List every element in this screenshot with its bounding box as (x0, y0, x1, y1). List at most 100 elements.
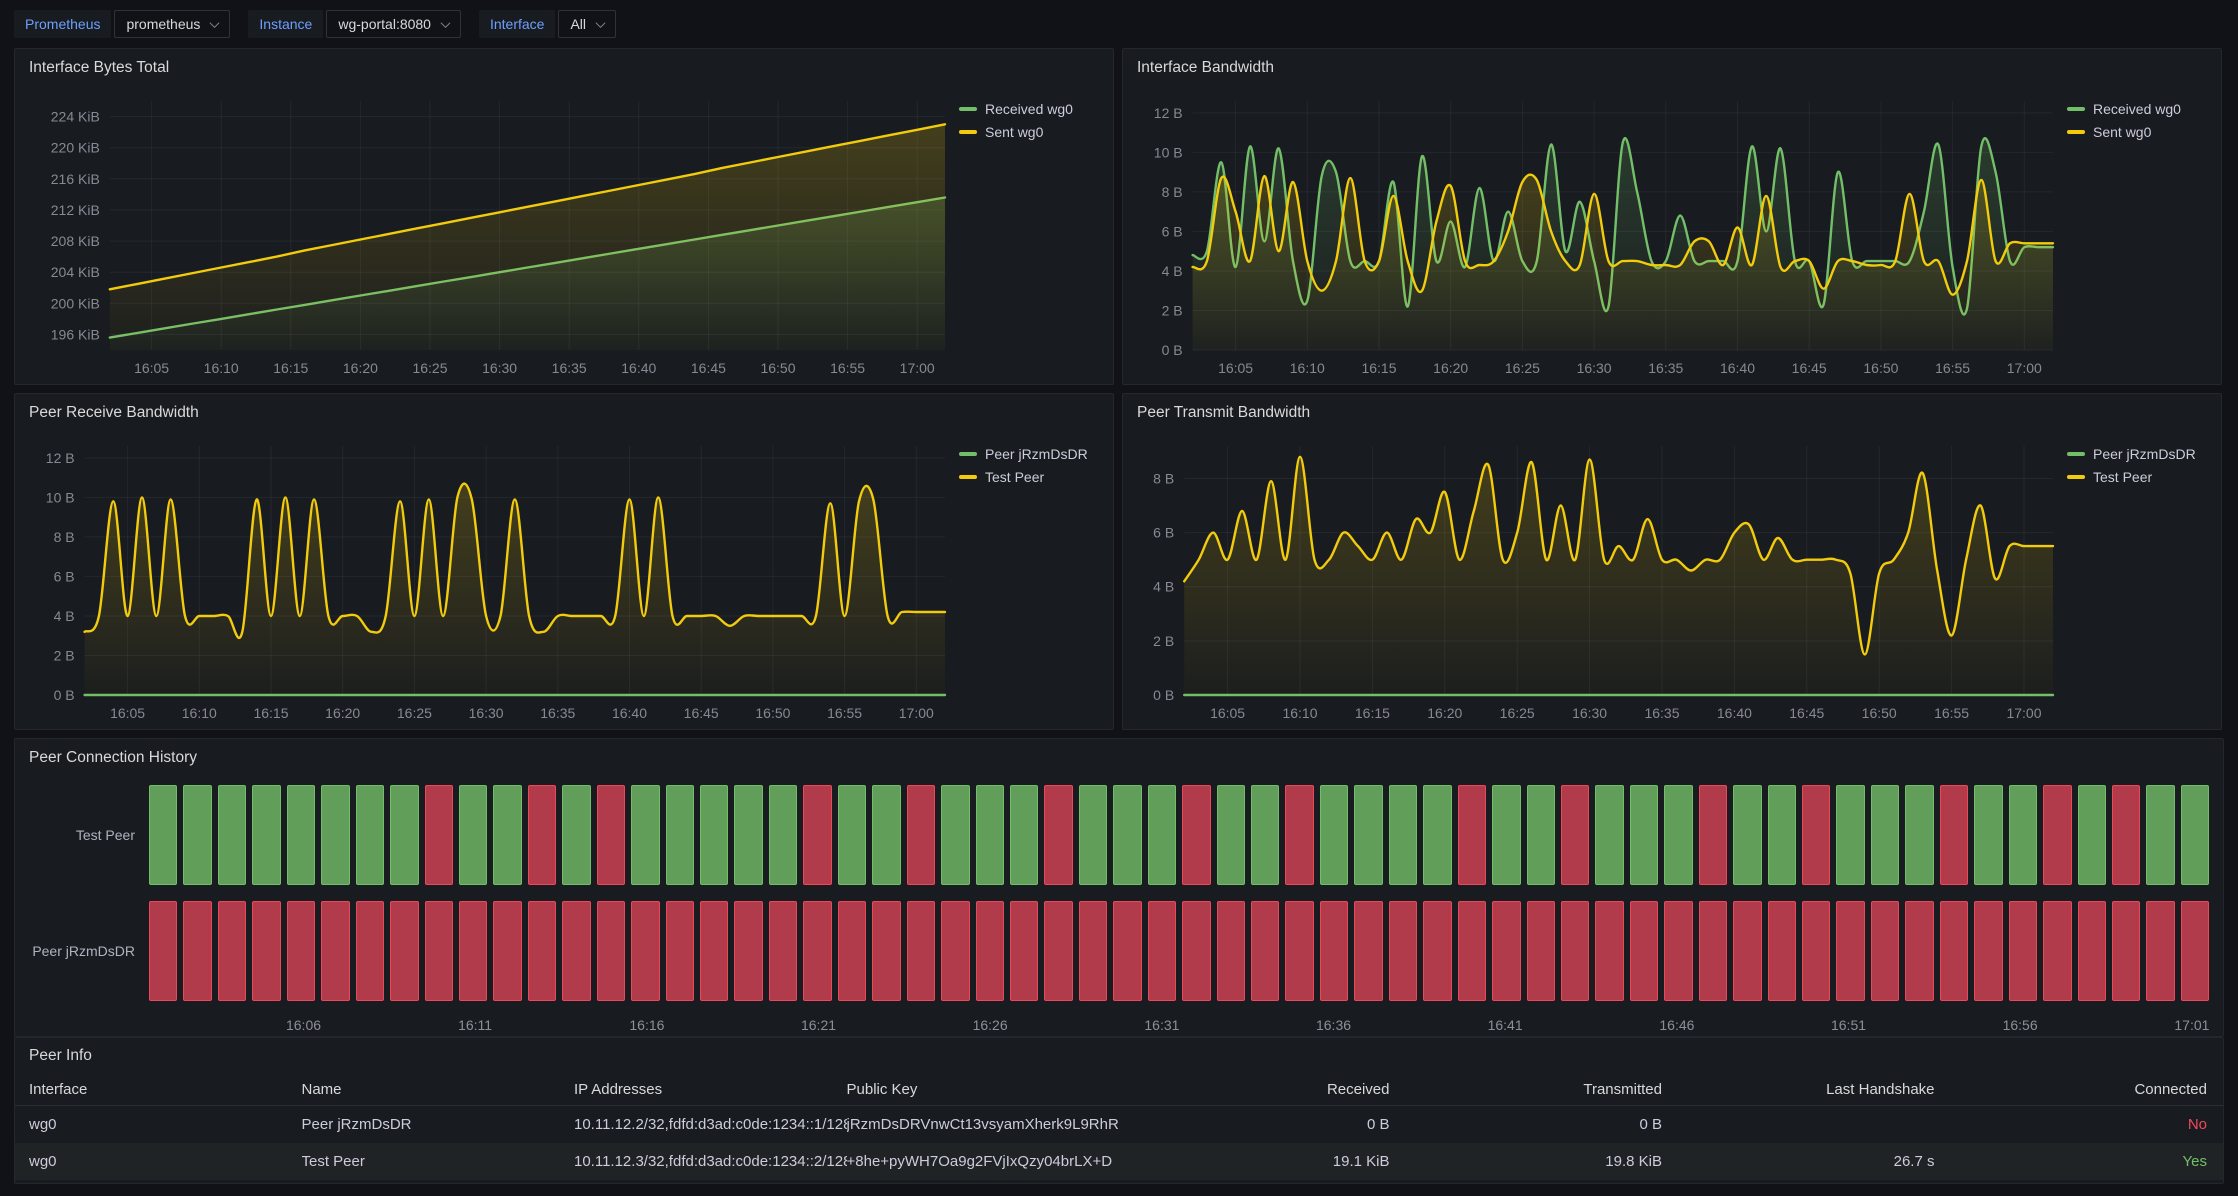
status-bar-up[interactable] (1320, 785, 1348, 885)
status-bar-up[interactable] (2078, 785, 2106, 885)
status-bar-down[interactable] (1492, 901, 1520, 1001)
status-bar-up[interactable] (666, 785, 694, 885)
status-bar-down[interactable] (1217, 901, 1245, 1001)
status-bar-up[interactable] (1389, 785, 1417, 885)
status-bar-down[interactable] (2112, 785, 2140, 885)
status-bar-down[interactable] (1423, 901, 1451, 1001)
status-bar-down[interactable] (1044, 901, 1072, 1001)
status-bar-down[interactable] (1285, 785, 1313, 885)
status-bar-up[interactable] (976, 785, 1004, 885)
status-bar-up[interactable] (2009, 785, 2037, 885)
status-bar-up[interactable] (390, 785, 418, 885)
status-bar-up[interactable] (493, 785, 521, 885)
status-bar-down[interactable] (459, 901, 487, 1001)
status-bar-down[interactable] (1595, 901, 1623, 1001)
panel-title-interface-bandwidth[interactable]: Interface Bandwidth (1123, 49, 2221, 87)
status-bar-up[interactable] (1630, 785, 1658, 885)
status-bar-up[interactable] (769, 785, 797, 885)
status-bar-down[interactable] (1251, 901, 1279, 1001)
status-bar-down[interactable] (1182, 785, 1210, 885)
panel-title-peer-info[interactable]: Peer Info (15, 1038, 2223, 1074)
status-bar-up[interactable] (1974, 785, 2002, 885)
status-bar-down[interactable] (183, 901, 211, 1001)
status-bar-down[interactable] (149, 901, 177, 1001)
status-bar-up[interactable] (700, 785, 728, 885)
status-bar-up[interactable] (459, 785, 487, 885)
status-bar-up[interactable] (2146, 785, 2174, 885)
legend-item[interactable]: Test Peer (2067, 469, 2211, 485)
status-bar-down[interactable] (1940, 901, 1968, 1001)
legend-item[interactable]: Sent wg0 (2067, 124, 2211, 140)
panel-title-peer-connection-history[interactable]: Peer Connection History (15, 739, 2223, 777)
variable-instance-select[interactable]: wg-portal:8080 (326, 10, 461, 38)
panel-title-peer-transmit-bandwidth[interactable]: Peer Transmit Bandwidth (1123, 394, 2221, 432)
legend-item[interactable]: Peer jRzmDsDR (959, 446, 1103, 462)
status-bar-down[interactable] (528, 785, 556, 885)
peer-transmit-bandwidth-chart[interactable]: 0 B2 B4 B6 B8 B16:0516:1016:1516:2016:25… (1133, 432, 2061, 725)
status-bar-down[interactable] (1940, 785, 1968, 885)
status-bar-down[interactable] (1768, 901, 1796, 1001)
status-bar-down[interactable] (493, 901, 521, 1001)
status-bar-up[interactable] (1354, 785, 1382, 885)
status-bar-down[interactable] (1836, 901, 1864, 1001)
status-bar-up[interactable] (1423, 785, 1451, 885)
status-bar-down[interactable] (528, 901, 556, 1001)
status-bar-down[interactable] (356, 901, 384, 1001)
status-bar-down[interactable] (1630, 901, 1658, 1001)
status-bar-down[interactable] (2181, 901, 2209, 1001)
status-bar-down[interactable] (2146, 901, 2174, 1001)
status-bar-down[interactable] (597, 901, 625, 1001)
status-bar-up[interactable] (1595, 785, 1623, 885)
status-bar-up[interactable] (2181, 785, 2209, 885)
status-bar-up[interactable] (356, 785, 384, 885)
col-header-interface[interactable]: Interface (29, 1081, 302, 1098)
variable-prometheus-select[interactable]: prometheus (114, 10, 230, 38)
status-bar-down[interactable] (1527, 901, 1555, 1001)
status-bar-down[interactable] (1148, 901, 1176, 1001)
status-bar-up[interactable] (1148, 785, 1176, 885)
status-bar-down[interactable] (631, 901, 659, 1001)
status-bar-down[interactable] (2009, 901, 2037, 1001)
status-bar-down[interactable] (1699, 785, 1727, 885)
status-bar-down[interactable] (803, 901, 831, 1001)
status-bar-down[interactable] (700, 901, 728, 1001)
legend-item[interactable]: Peer jRzmDsDR (2067, 446, 2211, 462)
status-bar-down[interactable] (1320, 901, 1348, 1001)
status-bar-up[interactable] (1871, 785, 1899, 885)
status-bar-down[interactable] (1113, 901, 1141, 1001)
status-bar-down[interactable] (1561, 785, 1589, 885)
status-bar-up[interactable] (1836, 785, 1864, 885)
status-bar-down[interactable] (287, 901, 315, 1001)
status-bar-up[interactable] (872, 785, 900, 885)
status-bar-up[interactable] (838, 785, 866, 885)
status-bar-down[interactable] (425, 901, 453, 1001)
peer-receive-bandwidth-chart[interactable]: 0 B2 B4 B6 B8 B10 B12 B16:0516:1016:1516… (25, 432, 953, 725)
status-bar-up[interactable] (1905, 785, 1933, 885)
status-bar-down[interactable] (425, 785, 453, 885)
interface-bytes-total-chart[interactable]: 196 KiB200 KiB204 KiB208 KiB212 KiB216 K… (25, 87, 953, 380)
status-bar-down[interactable] (1010, 901, 1038, 1001)
status-bar-down[interactable] (218, 901, 246, 1001)
status-bar-down[interactable] (1458, 901, 1486, 1001)
table-row[interactable]: wg0Peer jRzmDsDR10.11.12.2/32,fdfd:d3ad:… (15, 1106, 2223, 1143)
status-bar-down[interactable] (562, 901, 590, 1001)
status-bar-down[interactable] (907, 785, 935, 885)
status-bar-down[interactable] (1802, 785, 1830, 885)
status-bar-up[interactable] (183, 785, 211, 885)
col-header-last_handshake[interactable]: Last Handshake (1664, 1081, 1937, 1098)
status-bar-down[interactable] (597, 785, 625, 885)
status-bar-up[interactable] (562, 785, 590, 885)
status-bar-down[interactable] (1699, 901, 1727, 1001)
status-bar-down[interactable] (1561, 901, 1589, 1001)
status-bar-down[interactable] (1905, 901, 1933, 1001)
status-bar-up[interactable] (941, 785, 969, 885)
col-header-ip_addresses[interactable]: IP Addresses (574, 1081, 847, 1098)
status-bar-down[interactable] (2043, 785, 2071, 885)
status-bar-down[interactable] (734, 901, 762, 1001)
status-bar-down[interactable] (390, 901, 418, 1001)
status-bar-down[interactable] (2112, 901, 2140, 1001)
col-header-name[interactable]: Name (302, 1081, 575, 1098)
status-bar-down[interactable] (1664, 901, 1692, 1001)
status-bar-down[interactable] (907, 901, 935, 1001)
status-bar-up[interactable] (149, 785, 177, 885)
